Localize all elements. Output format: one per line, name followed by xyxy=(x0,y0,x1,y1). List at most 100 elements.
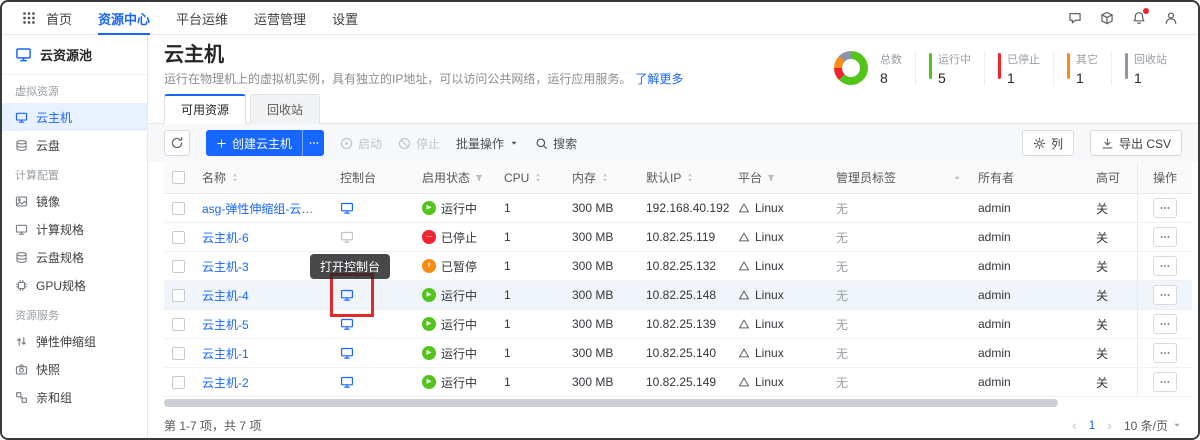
select-all-header[interactable] xyxy=(164,162,194,193)
sidebar-item-label: 云盘规格 xyxy=(36,249,84,266)
app-launcher-grid-icon[interactable] xyxy=(22,11,36,25)
sidebar-item[interactable]: 计算规格 xyxy=(2,215,147,243)
platform-label: Linux xyxy=(755,346,784,360)
sidebar-title[interactable]: 云资源池 xyxy=(2,35,147,75)
row-actions-button[interactable] xyxy=(1153,285,1177,305)
sidebar-item[interactable]: 镜像 xyxy=(2,187,147,215)
sidebar-item[interactable]: 云盘规格 xyxy=(2,243,147,271)
more-actions-icon xyxy=(1159,376,1171,388)
column-header-ip[interactable]: 默认IP xyxy=(638,162,730,193)
filter-icon[interactable] xyxy=(474,173,484,183)
vm-name-link[interactable]: 云主机-1 xyxy=(202,345,249,362)
nav-item[interactable]: 运营管理 xyxy=(254,2,306,34)
console-icon[interactable] xyxy=(340,230,354,244)
row-actions-button[interactable] xyxy=(1153,227,1177,247)
row-checkbox[interactable] xyxy=(172,231,185,244)
user-account-icon[interactable] xyxy=(1164,11,1178,25)
stat-color-tick xyxy=(1067,53,1070,79)
console-icon[interactable] xyxy=(340,346,354,360)
stat-item: 其它1 xyxy=(1053,51,1111,86)
cell-ha: 关 xyxy=(1088,281,1137,309)
package-icon[interactable] xyxy=(1100,11,1114,25)
learn-more-link[interactable]: 了解更多 xyxy=(635,72,683,86)
vm-name-link[interactable]: 云主机-3 xyxy=(202,258,249,275)
cell-select xyxy=(164,281,194,309)
vm-name-link[interactable]: 云主机-5 xyxy=(202,316,249,333)
sidebar-item[interactable]: 弹性伸缩组 xyxy=(2,327,147,355)
tab[interactable]: 回收站 xyxy=(250,94,320,124)
column-header-cpu[interactable]: CPU xyxy=(496,162,564,193)
notification-bell[interactable] xyxy=(1132,11,1146,25)
stat-item: 已停止1 xyxy=(984,51,1053,86)
row-actions-button[interactable] xyxy=(1153,343,1177,363)
sort-icon[interactable] xyxy=(600,172,610,183)
row-checkbox[interactable] xyxy=(172,347,185,360)
column-header-name[interactable]: 名称 xyxy=(194,162,332,193)
filter-icon[interactable] xyxy=(766,173,776,183)
row-checkbox[interactable] xyxy=(172,376,185,389)
row-actions-button[interactable] xyxy=(1153,256,1177,276)
sidebar-item[interactable]: GPU规格 xyxy=(2,271,147,299)
cell-actions xyxy=(1137,310,1192,338)
cell-ip: 10.82.25.148 xyxy=(638,281,730,309)
export-csv-button[interactable]: 导出 CSV xyxy=(1090,130,1182,156)
stop-button[interactable]: 停止 xyxy=(398,135,440,152)
status-running-icon: ▶ xyxy=(422,346,436,360)
next-page-button[interactable]: › xyxy=(1107,417,1112,433)
sidebar-item[interactable]: 云盘 xyxy=(2,131,147,159)
sort-icon[interactable] xyxy=(685,172,695,183)
sidebar-item-label: GPU规格 xyxy=(36,277,86,294)
stat-value: 1 xyxy=(1007,70,1040,86)
sort-icon[interactable] xyxy=(533,172,543,183)
vm-name-link[interactable]: 云主机-2 xyxy=(202,374,249,391)
row-actions-button[interactable] xyxy=(1153,372,1177,392)
message-icon[interactable] xyxy=(1068,11,1082,25)
vm-name-link[interactable]: 云主机-6 xyxy=(202,229,249,246)
nav-item[interactable]: 设置 xyxy=(332,2,358,34)
row-checkbox[interactable] xyxy=(172,202,185,215)
cell-platform: Linux xyxy=(730,281,828,309)
create-vm-more-button[interactable] xyxy=(302,130,324,156)
column-header-memory[interactable]: 内存 xyxy=(564,162,638,193)
sidebar-section-heading: 虚拟资源 xyxy=(2,75,147,103)
row-actions-button[interactable] xyxy=(1153,314,1177,334)
prev-page-button[interactable]: ‹ xyxy=(1072,417,1077,433)
refresh-button[interactable] xyxy=(164,130,190,156)
sidebar-item[interactable]: 快照 xyxy=(2,355,147,383)
page-size-select[interactable]: 10 条/页 xyxy=(1124,417,1182,434)
cell-platform: Linux xyxy=(730,310,828,338)
console-icon[interactable] xyxy=(340,201,354,215)
scrollbar-thumb[interactable] xyxy=(164,399,1058,407)
start-button[interactable]: 启动 xyxy=(340,135,382,152)
status-running-icon: ▶ xyxy=(422,201,436,215)
row-checkbox[interactable] xyxy=(172,289,185,302)
column-header-platform[interactable]: 平台 xyxy=(730,162,828,193)
row-checkbox[interactable] xyxy=(172,318,185,331)
search-button[interactable]: 搜索 xyxy=(535,135,577,152)
batch-actions-button[interactable]: 批量操作 xyxy=(456,135,519,152)
sidebar-item[interactable]: 云主机 xyxy=(2,103,147,131)
cell-ip: 192.168.40.192 xyxy=(638,194,730,222)
chevron-down-icon[interactable] xyxy=(952,173,962,183)
nav-item[interactable]: 首页 xyxy=(46,2,72,34)
column-header-status[interactable]: 启用状态 xyxy=(414,162,496,193)
nav-item[interactable]: 资源中心 xyxy=(98,2,150,34)
row-actions-button[interactable] xyxy=(1153,198,1177,218)
current-page[interactable]: 1 xyxy=(1089,418,1096,432)
console-icon[interactable] xyxy=(340,375,354,389)
sidebar-item[interactable]: 亲和组 xyxy=(2,383,147,411)
status-label: 运行中 xyxy=(441,374,477,391)
tab[interactable]: 可用资源 xyxy=(164,94,246,124)
sort-icon[interactable] xyxy=(230,172,240,183)
sidebar-title-label: 云资源池 xyxy=(40,45,92,64)
vm-name-link[interactable]: asg-弹性伸缩组-云主机-1e2fc xyxy=(202,200,324,217)
vm-name-link[interactable]: 云主机-4 xyxy=(202,287,249,304)
cell-select xyxy=(164,194,194,222)
nav-item[interactable]: 平台运维 xyxy=(176,2,228,34)
console-icon[interactable] xyxy=(340,288,354,302)
columns-settings-button[interactable]: 列 xyxy=(1022,130,1074,156)
console-icon[interactable] xyxy=(340,317,354,331)
create-vm-button[interactable]: 创建云主机 xyxy=(206,130,302,156)
row-checkbox[interactable] xyxy=(172,260,185,273)
select-all-checkbox[interactable] xyxy=(172,171,185,184)
